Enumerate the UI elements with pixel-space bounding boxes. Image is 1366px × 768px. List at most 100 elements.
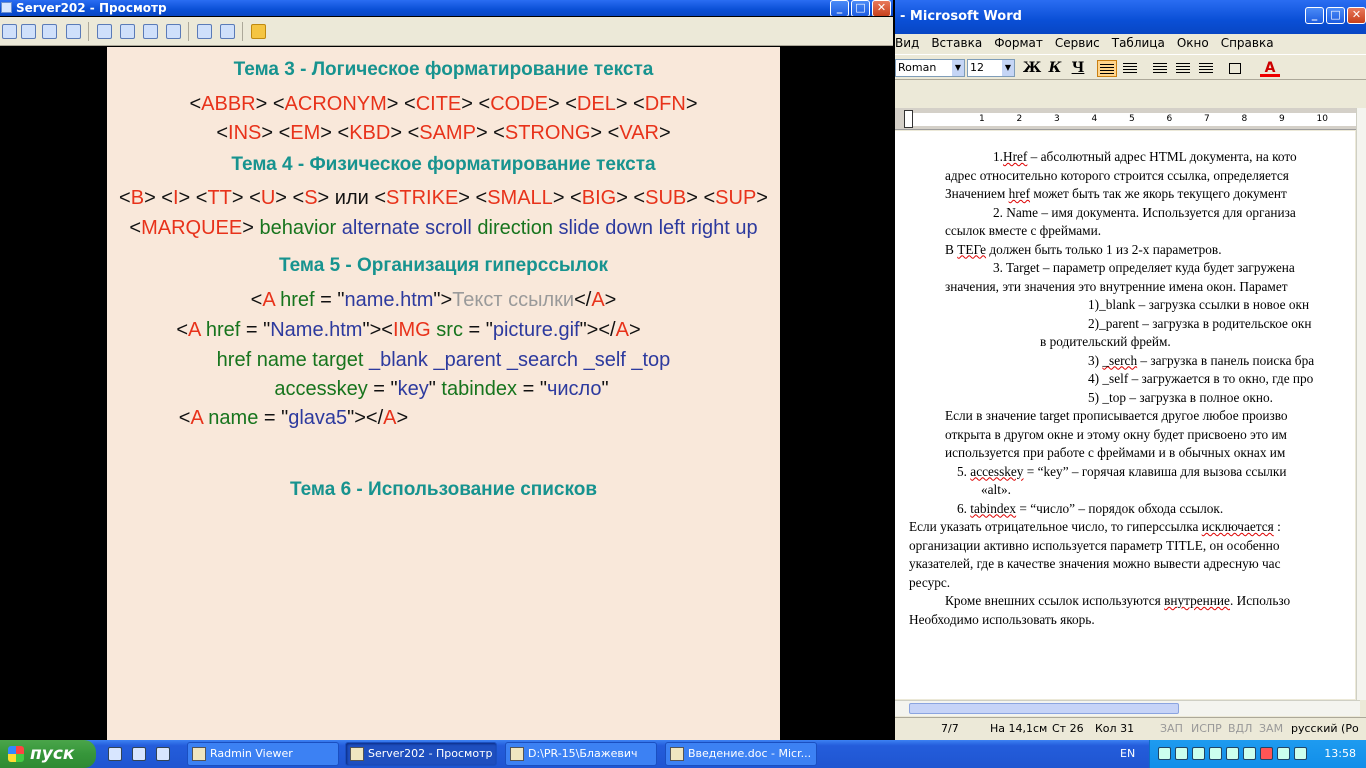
status-rec[interactable]: ЗАП (1160, 718, 1183, 740)
ruler-number: 3 (1054, 114, 1060, 124)
taskbar-button-label: Введение.doc - Micr... (688, 747, 812, 760)
scale-icon[interactable] (166, 24, 181, 39)
taskbar-button[interactable]: D:\PR-15\Блажевич (505, 742, 657, 766)
left-minimize-button[interactable]: _ (830, 0, 849, 16)
slide-text-run: Тема 3 - Логическое форматирование текст… (233, 59, 654, 80)
font-name-combo[interactable]: Roman ▼ (895, 59, 965, 77)
taskbar-button[interactable]: Server202 - Просмотр (345, 742, 497, 766)
document-text-run: 5. (957, 463, 971, 479)
word-maximize-button[interactable]: □ (1326, 7, 1345, 24)
menu-item[interactable]: Вид (895, 36, 919, 50)
slide-text-run: > (658, 122, 671, 144)
align-center-button[interactable] (1120, 60, 1140, 77)
language-indicator[interactable]: EN (1120, 740, 1135, 768)
media-player-icon[interactable] (156, 747, 170, 761)
slide-text-run: SAMP (419, 122, 476, 144)
document-line: 2)_parent – загрузка в родительское окн (1088, 315, 1311, 333)
slide-text-run: > (396, 407, 409, 429)
slide-code-line: <A href = "name.htm">Текст ссылки</A> (97, 289, 770, 312)
tray-network-icon[interactable] (1158, 747, 1171, 760)
taskbar-button[interactable]: Введение.doc - Micr... (665, 742, 817, 766)
menu-item[interactable]: Справка (1221, 36, 1274, 50)
taskbar-button-label: D:\PR-15\Блажевич (528, 747, 638, 760)
tray-update-icon[interactable] (1175, 747, 1188, 760)
status-trk[interactable]: ИСПР (1191, 718, 1222, 740)
bold-button[interactable]: Ж (1022, 60, 1042, 77)
word-minimize-button[interactable]: _ (1305, 7, 1324, 24)
indent-marker-icon[interactable] (904, 110, 913, 128)
underline-button[interactable]: Ч (1068, 60, 1088, 77)
internet-explorer-icon[interactable] (132, 747, 146, 761)
menu-item[interactable]: Вставка (931, 36, 982, 50)
italic-button[interactable]: К (1045, 60, 1065, 77)
slide-text-run: > < (390, 122, 420, 144)
font-color-button[interactable]: A (1260, 60, 1280, 77)
document-text-run: . Использо (1229, 593, 1291, 608)
tray-display-icon[interactable] (1192, 747, 1205, 760)
slide-text-run: STRIKE (386, 187, 459, 209)
status-ovr[interactable]: ЗАМ (1259, 718, 1283, 740)
chat-icon[interactable] (66, 24, 81, 39)
scroll-thumb[interactable] (909, 703, 1179, 714)
disconnect-icon[interactable] (251, 24, 266, 39)
left-maximize-button[interactable]: □ (851, 0, 870, 16)
slide-text-run: "></ (579, 319, 616, 341)
tray-radmin-icon[interactable] (1277, 747, 1290, 760)
borders-button[interactable] (1225, 60, 1245, 77)
document-line: Кроме внешних ссылок используются внутре… (945, 592, 1290, 610)
left-close-button[interactable]: ✕ (872, 0, 891, 16)
slide-text-run: A (190, 407, 209, 429)
document-line: используется при работе с фреймами и в о… (945, 444, 1285, 462)
menu-item[interactable]: Сервис (1055, 36, 1100, 50)
slide-text-run: ">< (362, 319, 393, 341)
status-ext[interactable]: ВДЛ (1228, 718, 1252, 740)
document-line: ресурс. (909, 574, 950, 592)
document-text-run: открыта в другом окне и этому окну будет… (945, 426, 1287, 442)
send-keys-icon[interactable] (197, 24, 212, 39)
tray-monitor-icon[interactable] (1294, 747, 1307, 760)
slide-code-line: accesskey = "key" tabindex = "число" (105, 378, 778, 401)
horizontal-ruler[interactable]: 1 2 3 4 5 6 7 8 9 10 (895, 108, 1360, 130)
slide-text-run: > < (475, 122, 505, 144)
transfer-icon[interactable] (21, 24, 36, 39)
taskbar-button[interactable]: Radmin Viewer (187, 742, 339, 766)
slide-text-run: alternate (341, 217, 426, 239)
menu-item[interactable]: Окно (1177, 36, 1209, 50)
bullet-list-button[interactable] (1173, 60, 1193, 77)
slide-text-run: SUB (645, 187, 687, 209)
document-text-run: 2)_parent – загрузка в родительское окн (1088, 315, 1312, 331)
radmin-viewer-window: Server202 - Просмотр _ □ ✕ Тема 3 - Логи… (0, 0, 893, 740)
document-text-run: ссылок вместе с фреймами. (945, 223, 1102, 238)
document-page[interactable]: 1.Href – абсолютный адрес HTML документа… (895, 131, 1355, 699)
left-title-bar[interactable]: Server202 - Просмотр _ □ ✕ (0, 0, 893, 16)
chevron-down-icon[interactable]: ▼ (952, 60, 964, 76)
word-close-button[interactable]: ✕ (1347, 7, 1366, 24)
fullscreen-icon[interactable] (143, 24, 158, 39)
indent-button[interactable] (1196, 60, 1216, 77)
phone-icon[interactable] (42, 24, 57, 39)
vertical-scrollbar[interactable] (1356, 108, 1366, 700)
align-left-button[interactable] (1097, 60, 1117, 77)
tray-alert-icon[interactable] (1260, 747, 1273, 760)
settings-tools-icon[interactable] (220, 24, 235, 39)
menu-item[interactable]: Таблица (1112, 36, 1165, 50)
start-button[interactable]: пуск (0, 740, 96, 768)
font-size-combo[interactable]: 12 ▼ (967, 59, 1015, 77)
slide-text-run: = " (462, 319, 493, 341)
numbered-list-button[interactable] (1150, 60, 1170, 77)
tray-volume-icon[interactable] (1226, 747, 1239, 760)
word-title-bar[interactable]: - Microsoft Word _ □ ✕ (895, 0, 1366, 34)
menu-item[interactable]: Формат (994, 36, 1043, 50)
fit-screen-icon[interactable] (120, 24, 135, 39)
tray-antivirus-icon[interactable] (1243, 747, 1256, 760)
document-text-run: Если указать отрицательное число, то гип… (909, 519, 1202, 534)
show-desktop-icon[interactable] (108, 747, 122, 761)
horizontal-scrollbar[interactable] (895, 700, 1360, 716)
document-text-run: 1)_blank – загрузка ссылки в новое окн (1088, 297, 1310, 312)
connection-icon[interactable] (2, 24, 17, 39)
window-mode-icon[interactable] (97, 24, 112, 39)
ruler-number: 8 (1241, 114, 1248, 124)
document-line: Если указать отрицательное число, то гип… (909, 518, 1281, 536)
tray-usb-icon[interactable] (1209, 747, 1222, 760)
chevron-down-icon[interactable]: ▼ (1002, 60, 1014, 76)
